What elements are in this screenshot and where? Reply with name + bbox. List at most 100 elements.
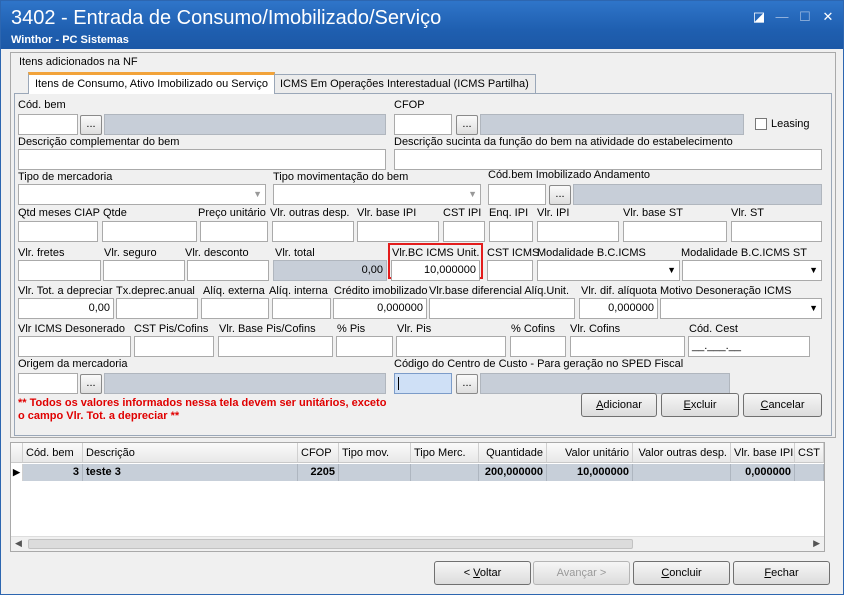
mod-bc-icms-st-select[interactable]: ▼: [682, 260, 822, 281]
concluir-button[interactable]: Concluir: [633, 561, 730, 585]
vlr-dif-aliq-input[interactable]: 0,000000: [579, 298, 658, 319]
title-bar[interactable]: 3402 - Entrada de Consumo/Imobilizado/Se…: [1, 1, 843, 49]
cancelar-button[interactable]: Cancelar: [743, 393, 822, 417]
cod-imob-input[interactable]: [488, 184, 546, 205]
vlr-seguro-input[interactable]: [103, 260, 185, 281]
voltar-hotkey: V: [473, 567, 480, 579]
col-vlr-base-ipi[interactable]: Vlr. base IPI: [731, 443, 795, 463]
tab-icms-partilha[interactable]: ICMS Em Operações Interestadual (ICMS Pa…: [273, 74, 536, 94]
col-quantidade[interactable]: Quantidade: [479, 443, 547, 463]
preco-unit-input[interactable]: [200, 221, 268, 242]
pct-pis-input[interactable]: [336, 336, 393, 357]
voltar-button[interactable]: < Voltar: [434, 561, 531, 585]
label-vlr-tot-depr: Vlr. Tot. a depreciar: [18, 285, 113, 297]
minimize-icon[interactable]: —: [774, 9, 790, 25]
tipo-mov-select[interactable]: ▼: [273, 184, 481, 205]
motivo-des-select[interactable]: ▼: [660, 298, 822, 319]
cell-quantidade[interactable]: 200,000000: [479, 464, 547, 481]
cod-imob-lookup-button[interactable]: ...: [549, 185, 571, 205]
vlr-bc-icms-input[interactable]: 10,000000: [391, 260, 480, 281]
origem-lookup-button[interactable]: ...: [80, 374, 102, 394]
cst-icms-input[interactable]: [487, 260, 533, 281]
mod-bc-icms-select[interactable]: ▼: [537, 260, 680, 281]
cod-bem-lookup-button[interactable]: ...: [80, 115, 102, 135]
vlr-fretes-input[interactable]: [18, 260, 101, 281]
tipo-merc-select[interactable]: ▼: [18, 184, 266, 205]
scroll-right-icon[interactable]: ▶: [813, 538, 820, 549]
horizontal-scrollbar[interactable]: ◀ ▶: [11, 536, 824, 551]
tab-items[interactable]: Itens de Consumo, Ativo Imobilizado ou S…: [28, 72, 275, 94]
aliq-ext-input[interactable]: [201, 298, 269, 319]
aliq-int-input[interactable]: [272, 298, 331, 319]
col-cod-bem[interactable]: Cód. bem: [23, 443, 83, 463]
col-cst-ipi[interactable]: CST I: [795, 443, 824, 463]
col-tipo-mov[interactable]: Tipo mov.: [339, 443, 411, 463]
fechar-button[interactable]: Fechar: [733, 561, 830, 585]
cell-descricao[interactable]: teste 3: [83, 464, 298, 481]
vlr-tot-depr-input[interactable]: 0,00: [18, 298, 114, 319]
cod-bem-input[interactable]: [18, 114, 78, 135]
qtd-meses-input[interactable]: [18, 221, 98, 242]
chevron-down-icon: ▼: [253, 189, 262, 199]
vlr-base-st-input[interactable]: [623, 221, 727, 242]
col-tipo-merc[interactable]: Tipo Merc.: [411, 443, 479, 463]
cell-valor-outras[interactable]: [633, 464, 731, 481]
cell-cst-ipi[interactable]: [795, 464, 824, 481]
vlr-outras-input[interactable]: [272, 221, 354, 242]
vlr-ipi-input[interactable]: [537, 221, 619, 242]
vlr-cofins-input[interactable]: [570, 336, 685, 357]
centro-custo-input[interactable]: [394, 373, 452, 394]
cell-tipo-mov[interactable]: [339, 464, 411, 481]
avancar-button[interactable]: Avançar >: [533, 561, 630, 585]
col-descricao[interactable]: Descrição: [83, 443, 298, 463]
label-mod-bc-icms: Modalidade B.C.ICMS: [537, 247, 646, 259]
restore-icon[interactable]: ◪: [751, 9, 767, 25]
qtde-input[interactable]: [102, 221, 197, 242]
label-centro-custo: Código do Centro de Custo - Para geração…: [394, 358, 684, 370]
cfop-lookup-button[interactable]: ...: [456, 115, 478, 135]
col-cfop[interactable]: CFOP: [298, 443, 339, 463]
cell-valor-unitario[interactable]: 10,000000: [547, 464, 633, 481]
unit-values-warning: ** Todos os valores informados nessa tel…: [18, 397, 387, 422]
pct-cofins-input[interactable]: [510, 336, 566, 357]
adicionar-button[interactable]: Adicionar: [581, 393, 657, 417]
vlr-base-dif-input[interactable]: [429, 298, 575, 319]
label-vlr-base-ipi: Vlr. base IPI: [357, 207, 417, 219]
label-qtd-meses: Qtd meses CIAP: [18, 207, 100, 219]
origem-input[interactable]: [18, 373, 78, 394]
label-vlr-fretes: Vlr. fretes: [18, 247, 65, 259]
tx-depr-input[interactable]: [116, 298, 198, 319]
cell-vlr-base-ipi[interactable]: 0,000000: [731, 464, 795, 481]
vlr-base-pis-input[interactable]: [218, 336, 333, 357]
cred-imob-input[interactable]: 0,000000: [333, 298, 427, 319]
vlr-st-input[interactable]: [731, 221, 822, 242]
cell-cod-bem[interactable]: 3: [23, 464, 83, 481]
cell-cfop[interactable]: 2205: [298, 464, 339, 481]
items-panel: Itens adicionados na NF Itens de Consumo…: [10, 52, 836, 438]
col-valor-unitario[interactable]: Valor unitário: [547, 443, 633, 463]
desc-func-input[interactable]: [394, 149, 822, 170]
leasing-checkbox[interactable]: [755, 118, 767, 130]
excluir-button[interactable]: Excluir: [661, 393, 739, 417]
vlr-base-ipi-input[interactable]: [357, 221, 439, 242]
cfop-input[interactable]: [394, 114, 452, 135]
scroll-left-icon[interactable]: ◀: [15, 538, 22, 549]
desc-compl-input[interactable]: [18, 149, 386, 170]
cod-cest-input[interactable]: __.___.__: [688, 336, 810, 357]
vlr-icms-des-input[interactable]: [18, 336, 131, 357]
label-qtde: Qtde: [103, 207, 127, 219]
scrollbar-thumb[interactable]: [28, 539, 633, 549]
label-cod-bem: Cód. bem: [18, 99, 66, 111]
close-icon[interactable]: ✕: [820, 9, 836, 25]
cell-tipo-merc[interactable]: [411, 464, 479, 481]
enq-ipi-input[interactable]: [489, 221, 533, 242]
label-vlr-ipi: Vlr. IPI: [537, 207, 570, 219]
cst-ipi-input[interactable]: [443, 221, 485, 242]
maximize-icon[interactable]: ☐: [797, 9, 813, 25]
vlr-pis-input[interactable]: [396, 336, 506, 357]
cst-pis-input[interactable]: [134, 336, 214, 357]
items-grid[interactable]: Cód. bem Descrição CFOP Tipo mov. Tipo M…: [10, 442, 825, 552]
centro-custo-lookup-button[interactable]: ...: [456, 374, 478, 394]
col-valor-outras[interactable]: Valor outras desp.: [633, 443, 731, 463]
vlr-desconto-input[interactable]: [187, 260, 269, 281]
